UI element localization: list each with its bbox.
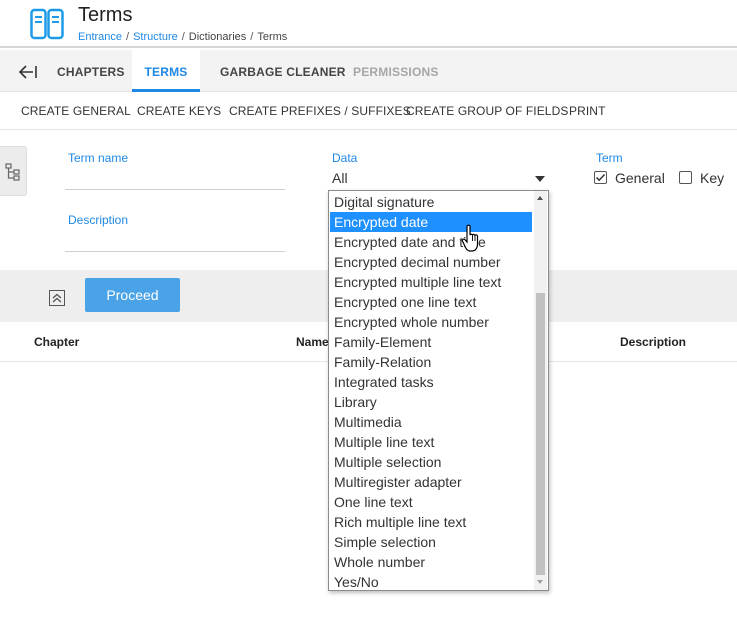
create-general-button[interactable]: CREATE GENERAL bbox=[21, 104, 131, 118]
key-checkbox[interactable] bbox=[679, 171, 692, 184]
description-label: Description bbox=[68, 213, 129, 227]
breadcrumb-terms: Terms bbox=[257, 31, 288, 43]
column-description[interactable]: Description bbox=[620, 335, 686, 349]
breadcrumb-entrance[interactable]: Entrance bbox=[78, 31, 122, 43]
action-bar: CREATE GENERAL CREATE KEYS CREATE PREFIX… bbox=[0, 92, 737, 130]
print-button[interactable]: PRINT bbox=[569, 104, 606, 118]
term-label: Term bbox=[596, 151, 623, 165]
dropdown-option[interactable]: Yes/No bbox=[330, 572, 532, 590]
data-dropdown-list[interactable]: Digital signature Encrypted date Encrypt… bbox=[328, 190, 549, 591]
chevron-down-icon[interactable] bbox=[535, 176, 545, 182]
dropdown-option[interactable]: Rich multiple line text bbox=[330, 512, 532, 532]
tab-permissions: PERMISSIONS bbox=[353, 65, 439, 79]
proceed-button[interactable]: Proceed bbox=[85, 278, 180, 312]
create-group-of-fields-button[interactable]: CREATE GROUP OF FIELDS bbox=[406, 104, 568, 118]
page-header: Terms Entrance / Structure / Dictionaries /… bbox=[0, 0, 737, 48]
dropdown-option[interactable]: One line text bbox=[330, 492, 532, 512]
scroll-down-arrow-icon[interactable] bbox=[537, 580, 543, 584]
dropdown-option[interactable]: Simple selection bbox=[330, 532, 532, 552]
description-input[interactable] bbox=[65, 251, 285, 252]
scroll-up-arrow-icon[interactable] bbox=[537, 196, 543, 200]
term-name-input[interactable] bbox=[65, 189, 285, 190]
dropdown-option[interactable]: Multiregister adapter bbox=[330, 472, 532, 492]
create-prefixes-suffixes-button[interactable]: CREATE PREFIXES / SUFFIXES bbox=[229, 104, 411, 118]
dropdown-scrollbar[interactable] bbox=[534, 191, 547, 590]
dropdown-option[interactable]: Family-Relation bbox=[330, 352, 532, 372]
tab-chapters[interactable]: CHAPTERS bbox=[57, 50, 125, 92]
scrollbar-thumb[interactable] bbox=[536, 293, 545, 575]
data-select-value[interactable]: All bbox=[332, 170, 348, 186]
general-checkbox[interactable] bbox=[594, 171, 607, 184]
term-name-label: Term name bbox=[68, 151, 129, 165]
create-keys-button[interactable]: CREATE KEYS bbox=[137, 104, 221, 118]
collapse-up-icon[interactable] bbox=[49, 290, 65, 306]
page-title: Terms bbox=[78, 4, 133, 26]
dropdown-option[interactable]: Multiple selection bbox=[330, 452, 532, 472]
dropdown-option[interactable]: Integrated tasks bbox=[330, 372, 532, 392]
dropdown-option[interactable]: Library bbox=[330, 392, 532, 412]
dropdown-option[interactable]: Multiple line text bbox=[330, 432, 532, 452]
dropdown-option[interactable]: Encrypted one line text bbox=[330, 292, 532, 312]
tab-garbage-cleaner[interactable]: GARBAGE CLEANER bbox=[220, 50, 346, 92]
back-arrow-icon[interactable] bbox=[18, 64, 38, 80]
tree-structure-icon bbox=[5, 163, 20, 181]
dropdown-option[interactable]: Encrypted date and time bbox=[330, 232, 532, 252]
breadcrumb-dictionaries: Dictionaries bbox=[188, 31, 247, 43]
dropdown-option[interactable]: Encrypted whole number bbox=[330, 312, 532, 332]
dropdown-option[interactable]: Family-Element bbox=[330, 332, 532, 352]
tree-toggle-button[interactable] bbox=[0, 146, 27, 196]
tab-terms[interactable]: TERMS bbox=[132, 50, 200, 92]
column-name[interactable]: Name bbox=[296, 335, 329, 349]
data-label: Data bbox=[332, 151, 358, 165]
tab-bar: CHAPTERS TERMS GARBAGE CLEANER PERMISSIO… bbox=[0, 50, 737, 92]
key-checkbox-label: Key bbox=[700, 170, 725, 186]
dropdown-option[interactable]: Whole number bbox=[330, 552, 532, 572]
dropdown-option[interactable]: Digital signature bbox=[330, 192, 532, 212]
dictionary-book-icon bbox=[30, 8, 64, 40]
breadcrumb-structure[interactable]: Structure bbox=[133, 31, 178, 43]
mouse-pointer-icon bbox=[461, 224, 479, 252]
dropdown-option[interactable]: Multimedia bbox=[330, 412, 532, 432]
dropdown-option-selected[interactable]: Encrypted date bbox=[330, 212, 532, 232]
general-checkbox-label: General bbox=[615, 170, 665, 186]
dropdown-option[interactable]: Encrypted multiple line text bbox=[330, 272, 532, 292]
dropdown-option[interactable]: Encrypted decimal number bbox=[330, 252, 532, 272]
column-chapter[interactable]: Chapter bbox=[34, 335, 79, 349]
checkmark-icon bbox=[595, 173, 606, 182]
breadcrumb: Entrance / Structure / Dictionaries / Terms bbox=[78, 31, 288, 43]
